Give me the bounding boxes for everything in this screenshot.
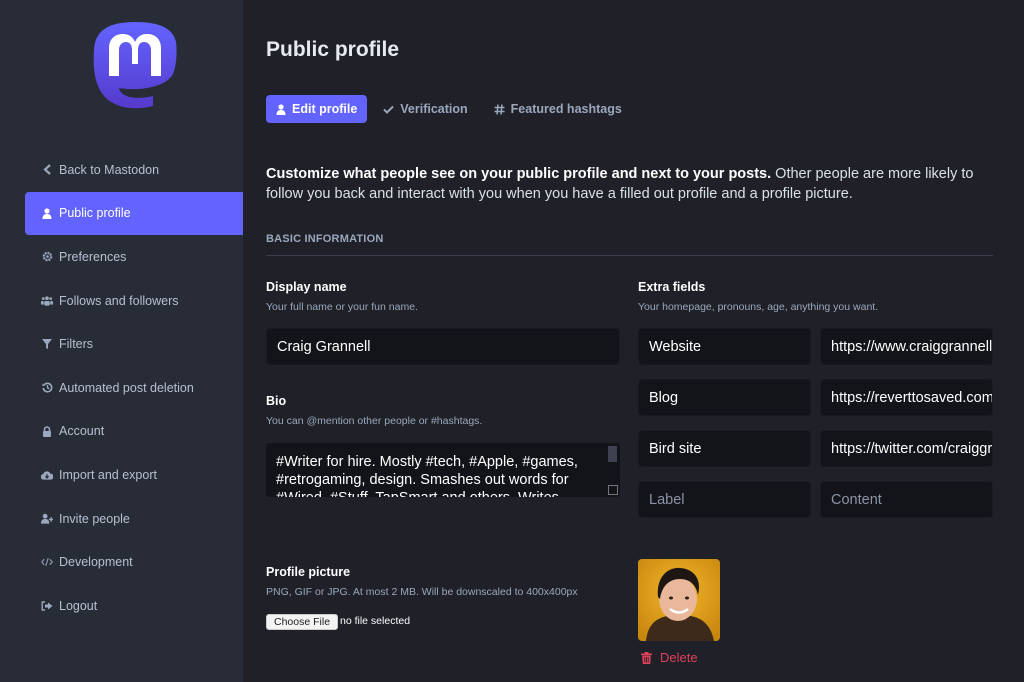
sidebar-nav: Back to Mastodon Public profile Preferen… <box>25 148 243 628</box>
user-icon <box>41 207 53 219</box>
hashtag-icon <box>494 103 505 115</box>
bio-resize-handle[interactable] <box>608 485 618 495</box>
extra-fields-label: Extra fields <box>638 280 706 294</box>
code-icon <box>41 556 53 568</box>
history-icon <box>41 382 53 394</box>
users-icon <box>41 295 53 307</box>
extra-field-content-input[interactable]: https://www.craiggrannell.com <box>820 328 993 365</box>
bio-hint: You can @mention other people or #hashta… <box>266 415 483 427</box>
lock-icon <box>41 425 53 437</box>
sidebar-item-label: Import and export <box>59 467 157 482</box>
sidebar-item-label: Back to Mastodon <box>59 162 160 177</box>
sidebar-item-invite-people[interactable]: Invite people <box>25 497 243 541</box>
sidebar-item-public-profile[interactable]: Public profile <box>25 191 243 236</box>
extra-field-label-input[interactable]: Website <box>638 328 811 365</box>
profile-picture-hint: PNG, GIF or JPG. At most 2 MB. Will be d… <box>266 586 578 598</box>
profile-tabs: Edit profile Verification Featured hasht… <box>266 95 638 123</box>
sidebar-item-follows-and-followers[interactable]: Follows and followers <box>25 279 243 323</box>
sidebar-item-label: Filters <box>59 337 94 352</box>
sidebar-item-back-to-mastodon[interactable]: Back to Mastodon <box>25 148 243 192</box>
user-icon <box>276 103 286 115</box>
delete-label: Delete <box>660 650 698 665</box>
tab-label: Featured hashtags <box>510 102 622 116</box>
bio-textarea[interactable]: #Writer for hire. Mostly #tech, #Apple, … <box>266 443 620 497</box>
sidebar-item-label: Preferences <box>59 249 127 264</box>
mastodon-logo[interactable] <box>91 20 179 112</box>
extra-fields-hint: Your homepage, pronouns, age, anything y… <box>638 301 879 313</box>
page-title: Public profile <box>266 38 400 61</box>
profile-picture-label: Profile picture <box>266 565 351 579</box>
extra-field-label-input[interactable]: Blog <box>638 379 811 416</box>
extra-field-content-input[interactable]: Content <box>820 481 993 518</box>
display-name-hint: Your full name or your fun name. <box>266 301 418 313</box>
sidebar-item-preferences[interactable]: Preferences <box>25 235 243 279</box>
delete-avatar-button[interactable]: Delete <box>641 650 698 665</box>
user-plus-icon <box>41 513 53 525</box>
extra-field-content-input[interactable]: https://reverttosaved.com <box>820 379 993 416</box>
check-icon <box>383 105 394 114</box>
sidebar-item-label: Automated post deletion <box>59 380 194 395</box>
filter-icon <box>41 338 53 350</box>
file-status: no file selected <box>340 615 411 627</box>
tab-label: Verification <box>400 102 468 116</box>
section-title: BASIC INFORMATION <box>266 233 384 245</box>
sidebar-item-label: Invite people <box>59 511 130 526</box>
sidebar-item-automated-post-deletion[interactable]: Automated post deletion <box>25 366 243 410</box>
display-name-label: Display name <box>266 280 347 294</box>
profile-avatar <box>638 559 720 641</box>
sidebar-item-label: Follows and followers <box>59 293 179 308</box>
choose-file-button[interactable]: Choose File <box>266 614 339 630</box>
section-divider <box>266 255 993 256</box>
sidebar-item-label: Account <box>59 424 105 439</box>
gear-icon <box>41 251 53 263</box>
tab-label: Edit profile <box>292 102 358 116</box>
sidebar-item-label: Public profile <box>59 206 131 221</box>
chevron-left-icon <box>41 164 53 176</box>
sidebar-item-label: Development <box>59 555 133 570</box>
sidebar-item-import-and-export[interactable]: Import and export <box>25 453 243 497</box>
tab-edit-profile[interactable]: Edit profile <box>266 95 368 123</box>
sidebar-item-filters[interactable]: Filters <box>25 322 243 366</box>
sidebar-item-logout[interactable]: Logout <box>25 584 243 628</box>
intro-bold: Customize what people see on your public… <box>266 166 772 182</box>
tab-verification[interactable]: Verification <box>373 95 477 123</box>
trash-icon <box>641 651 652 664</box>
bio-text: #Writer for hire. Mostly #tech, #Apple, … <box>276 454 578 497</box>
display-name-input[interactable]: Craig Grannell <box>266 328 620 365</box>
cloud-download-icon <box>41 469 53 481</box>
sidebar-item-account[interactable]: Account <box>25 410 243 454</box>
sidebar-item-development[interactable]: Development <box>25 540 243 584</box>
sidebar-item-label: Logout <box>59 598 98 613</box>
sidebar: Back to Mastodon Public profile Preferen… <box>0 0 243 682</box>
bio-label: Bio <box>266 394 287 408</box>
intro-text: Customize what people see on your public… <box>266 164 994 204</box>
extra-field-label-input[interactable]: Bird site <box>638 430 811 467</box>
bio-scrollbar[interactable] <box>608 446 617 462</box>
extra-field-label-input[interactable]: Label <box>638 481 811 518</box>
sign-out-icon <box>41 600 53 612</box>
extra-field-content-input[interactable]: https://twitter.com/craiggrannell <box>820 430 993 467</box>
tab-featured-hashtags[interactable]: Featured hashtags <box>484 95 632 123</box>
